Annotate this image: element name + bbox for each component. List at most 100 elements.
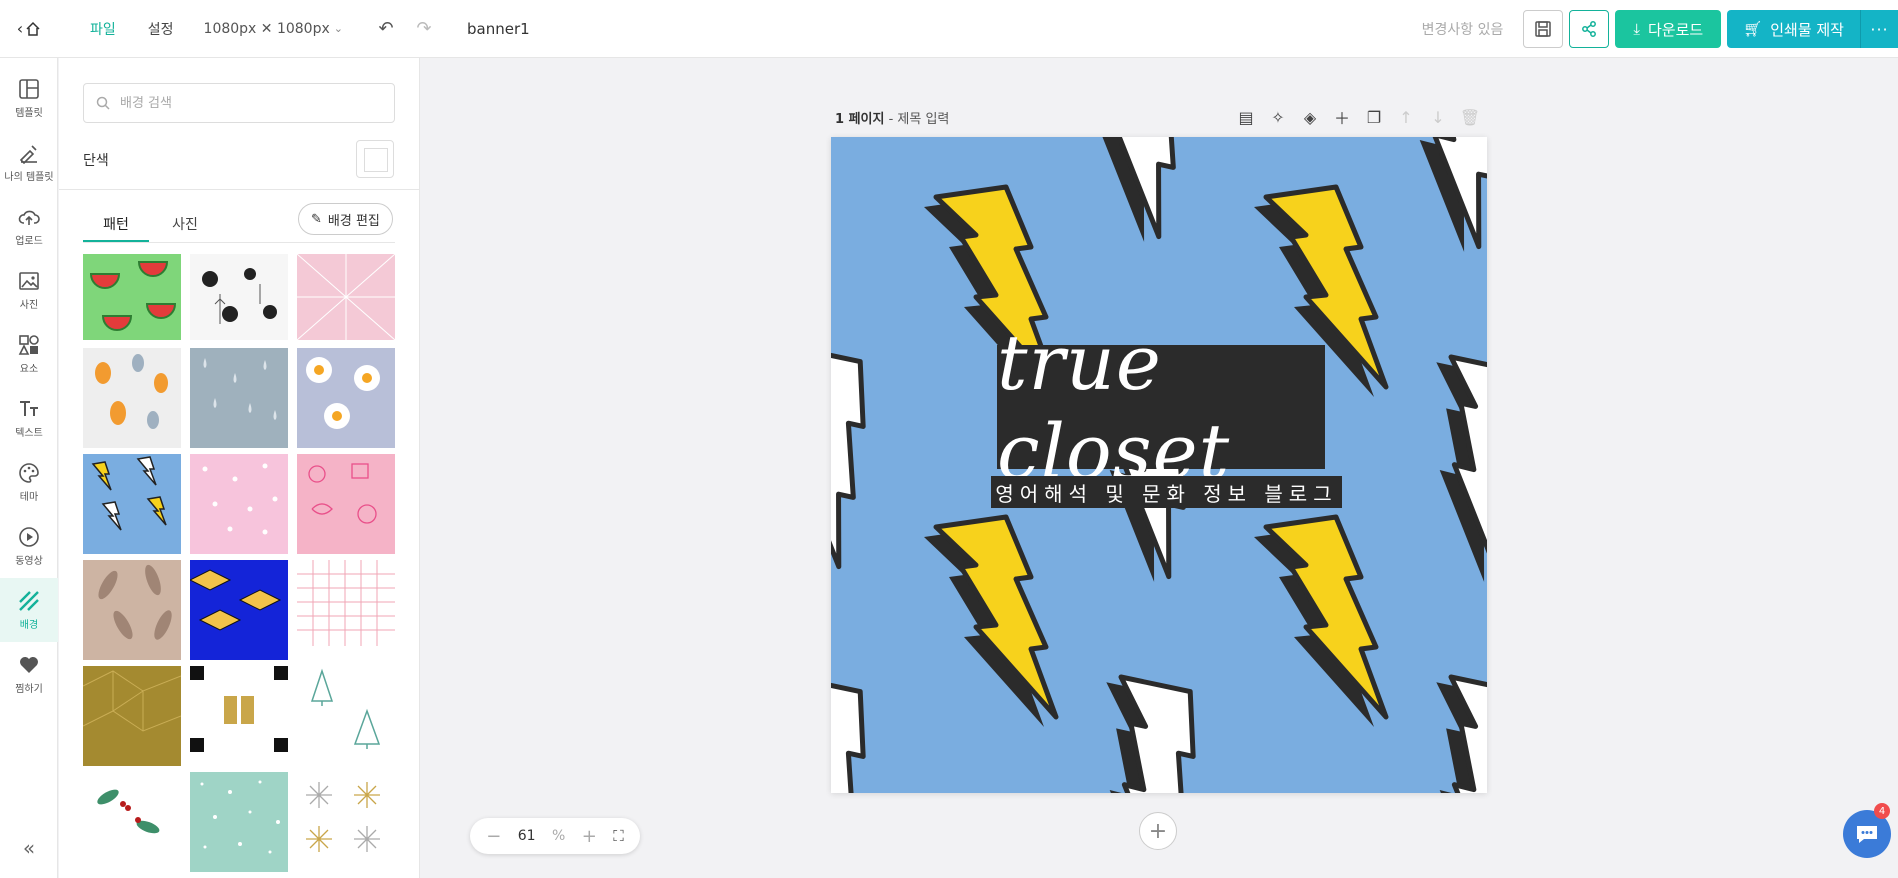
- redo-icon[interactable]: ↷: [405, 18, 443, 39]
- pattern-tile-pink-doodles[interactable]: [297, 454, 395, 554]
- pattern-tile-fried-eggs[interactable]: [297, 348, 395, 448]
- zoom-control: − 61 % + ⛶: [470, 818, 640, 854]
- title-text-box[interactable]: true closet: [997, 318, 1325, 496]
- menu-file[interactable]: 파일: [90, 19, 116, 39]
- rail-item-0[interactable]: 템플릿: [0, 66, 58, 130]
- undo-icon[interactable]: ↶: [367, 18, 405, 39]
- collapse-panel-button[interactable]: «: [0, 836, 58, 860]
- zoom-in-button[interactable]: +: [582, 826, 597, 847]
- home-button[interactable]: ‹: [0, 0, 58, 58]
- chevron-down-icon: ⌄: [333, 22, 343, 35]
- rail-item-label: 테마: [19, 491, 39, 503]
- notification-badge: 4: [1874, 803, 1890, 819]
- duplicate-page-icon[interactable]: ❐: [1363, 106, 1385, 128]
- magic-icon[interactable]: ✧: [1267, 106, 1289, 128]
- background-search[interactable]: [83, 83, 395, 123]
- move-down-icon[interactable]: ↓: [1427, 106, 1449, 128]
- rail-item-8[interactable]: 배경: [0, 578, 58, 642]
- play-circle-icon: [18, 526, 40, 548]
- pattern-tile-pink-grid[interactable]: [297, 560, 395, 660]
- fill-color-icon[interactable]: ◈: [1299, 106, 1321, 128]
- rail-item-1[interactable]: 나의 템플릿: [0, 130, 58, 194]
- zoom-out-button[interactable]: −: [486, 826, 501, 847]
- pattern-tile-mint-snow[interactable]: [190, 772, 288, 872]
- add-page-icon[interactable]: ＋: [1331, 106, 1353, 128]
- zoom-value[interactable]: 61: [518, 828, 536, 844]
- home-icon: [26, 21, 40, 36]
- delete-page-icon[interactable]: 🗑︎: [1459, 106, 1481, 128]
- pattern-tile-rain-drops[interactable]: [190, 348, 288, 448]
- pattern-tile-xmas-trees[interactable]: [297, 666, 395, 766]
- edit-background-label: 배경 편집: [327, 213, 380, 229]
- subtitle-text: 영어해석 및 문화 정보 블로그: [995, 481, 1338, 506]
- palette-icon: [18, 462, 40, 484]
- zoom-unit: %: [551, 828, 566, 844]
- bolt-white: [1031, 137, 1227, 246]
- edit-background-button[interactable]: ✎ 배경 편집: [298, 203, 393, 235]
- pattern-tile-gift-boxes[interactable]: [190, 666, 288, 766]
- save-button[interactable]: [1523, 10, 1564, 48]
- solid-color-swatch[interactable]: [356, 140, 394, 178]
- tab-underline: [83, 242, 395, 243]
- tab-photo[interactable]: 사진: [155, 214, 215, 242]
- menu-settings[interactable]: 설정: [148, 19, 174, 39]
- double-chevron-left-icon: «: [22, 836, 36, 860]
- pattern-tile-feathers[interactable]: [83, 560, 181, 660]
- pattern-tile-plants-black-white[interactable]: [190, 254, 288, 340]
- template-icon: [18, 78, 40, 100]
- tab-pattern[interactable]: 패턴: [83, 214, 149, 242]
- share-button[interactable]: [1569, 10, 1610, 48]
- pattern-tile-holly-leaves[interactable]: [83, 772, 181, 872]
- search-input[interactable]: [120, 95, 380, 111]
- rail-item-5[interactable]: 텍스트: [0, 386, 58, 450]
- background-panel: 단색 패턴 사진 ✎ 배경 편집: [59, 58, 420, 878]
- pattern-tile-gold-polygon[interactable]: [83, 666, 181, 766]
- elements-icon: [18, 334, 40, 356]
- rail-item-label: 배경: [19, 619, 39, 631]
- cart-icon: 🛒︎: [1743, 20, 1763, 38]
- rail-item-3[interactable]: 사진: [0, 258, 58, 322]
- rail-item-7[interactable]: 동영상: [0, 514, 58, 578]
- rail-item-6[interactable]: 테마: [0, 450, 58, 514]
- search-icon: [96, 96, 110, 110]
- more-icon: ···: [1870, 19, 1889, 39]
- pattern-tile-lightning-blue[interactable]: [83, 454, 181, 554]
- bolt-yellow: [924, 517, 1056, 727]
- upload-cloud-icon: [18, 206, 40, 228]
- bolt-white: [1041, 663, 1237, 793]
- top-bar: ‹ 파일 설정 1080px ✕ 1080px ⌄ ↶ ↷ banner1 변경…: [0, 0, 1898, 58]
- rail-item-4[interactable]: 요소: [0, 322, 58, 386]
- fit-screen-icon[interactable]: ⛶: [613, 827, 624, 845]
- canvas-size-dropdown[interactable]: 1080px ✕ 1080px ⌄: [204, 21, 343, 37]
- pencil-icon: ✎: [311, 211, 322, 227]
- more-options-button[interactable]: ···: [1860, 10, 1898, 48]
- page-title-input[interactable]: 제목 입력: [897, 112, 949, 127]
- move-up-icon[interactable]: ↑: [1395, 106, 1417, 128]
- share-icon: [1582, 21, 1597, 37]
- rail-item-label: 사진: [19, 299, 39, 311]
- bolt-yellow: [1254, 517, 1386, 727]
- chevron-left-icon: ‹: [16, 19, 24, 38]
- pattern-tile-autumn-trees[interactable]: [83, 348, 181, 448]
- download-button[interactable]: ⤓ 다운로드: [1615, 10, 1722, 48]
- rail-item-9[interactable]: 찜하기: [0, 642, 58, 706]
- print-label: 인쇄물 제작: [1770, 20, 1844, 39]
- pattern-tile-pink-geometric[interactable]: [297, 254, 395, 340]
- text-icon: [18, 398, 40, 420]
- tool-rail: « 템플릿 나의 템플릿 업로드사진요소 텍스트테마동영상배경찜하기: [0, 58, 58, 878]
- memo-icon[interactable]: ▤: [1235, 106, 1257, 128]
- design-artboard[interactable]: true closet 영어해석 및 문화 정보 블로그: [831, 137, 1487, 793]
- subtitle-text-box[interactable]: 영어해석 및 문화 정보 블로그: [991, 476, 1342, 508]
- pattern-tile-pink-dots[interactable]: [190, 454, 288, 554]
- rail-item-label: 찜하기: [15, 683, 43, 695]
- changes-status: 변경사항 있음: [1421, 22, 1504, 38]
- rail-item-2[interactable]: 업로드: [0, 194, 58, 258]
- pattern-tile-snowflakes[interactable]: [297, 772, 395, 872]
- bolt-white: [831, 663, 907, 793]
- bolt-white: [1351, 137, 1487, 256]
- add-page-button[interactable]: +: [1139, 812, 1177, 850]
- print-order-button[interactable]: 🛒︎ 인쇄물 제작: [1727, 10, 1860, 48]
- pattern-tile-blue-yellow-cubes[interactable]: [190, 560, 288, 660]
- document-name[interactable]: banner1: [467, 20, 530, 38]
- pattern-tile-watermelon[interactable]: [83, 254, 181, 340]
